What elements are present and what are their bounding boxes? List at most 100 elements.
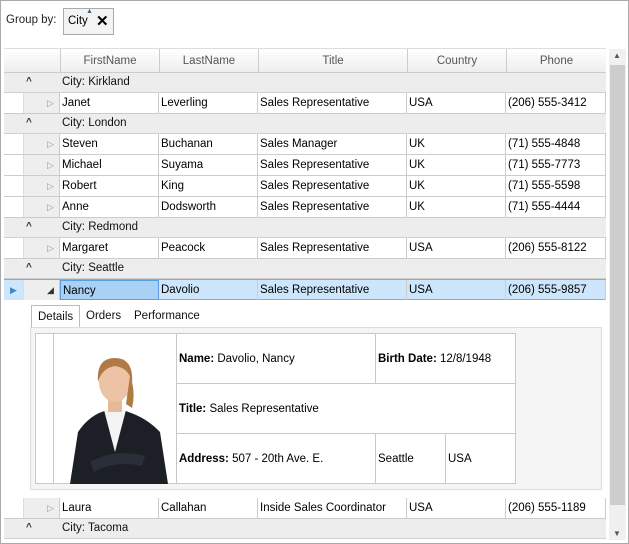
collapse-group-icon[interactable]: ^ [26, 522, 32, 533]
cell-country[interactable]: UK [407, 134, 506, 154]
cell-phone[interactable]: (71) 555-4848 [506, 134, 606, 154]
group-indent [24, 134, 42, 154]
group-indent [24, 176, 42, 196]
cell-phone[interactable]: (206) 555-8122 [506, 238, 606, 258]
table-row[interactable]: ▷ Margaret Peacock Sales Representative USA(… [4, 238, 606, 259]
cell-phone[interactable]: (71) 555-7773 [506, 155, 606, 175]
close-icon[interactable]: ✕ [96, 12, 109, 30]
cell-country[interactable]: UK [407, 197, 506, 217]
cell-country[interactable]: UK [407, 176, 506, 196]
group-indent [24, 498, 42, 518]
cell-title[interactable]: Sales Manager [258, 134, 407, 154]
cell-lastname[interactable]: Buchanan [159, 134, 258, 154]
cell-firstname[interactable]: Steven [60, 134, 159, 154]
cell-firstname[interactable]: Janet [60, 93, 159, 113]
cell-firstname[interactable]: Nancy [60, 280, 159, 300]
cell-phone[interactable]: (206) 555-1189 [506, 498, 606, 518]
details-birth-date: Birth Date: 12/8/1948 [376, 334, 516, 384]
cell-country[interactable]: UK [407, 155, 506, 175]
details-panel: Name: Davolio, Nancy Birth Date: 12/8/19… [30, 327, 602, 490]
cell-title[interactable]: Sales Representative [258, 280, 407, 300]
collapse-row-icon[interactable]: ◢ [42, 280, 60, 300]
group-row: ^ City: Kirkland [4, 73, 606, 93]
cell-country[interactable]: USA [407, 93, 506, 113]
cell-lastname[interactable]: Davolio [159, 280, 258, 300]
cell-lastname[interactable]: Dodsworth [159, 197, 258, 217]
expand-row-icon[interactable]: ▷ [42, 134, 60, 154]
cell-firstname[interactable]: Laura [60, 498, 159, 518]
cell-phone[interactable]: (206) 555-9857 [506, 280, 606, 300]
cell-country[interactable]: USA [407, 498, 506, 518]
details-table: Name: Davolio, Nancy Birth Date: 12/8/19… [35, 333, 516, 484]
employee-photo [54, 334, 177, 484]
cell-lastname[interactable]: Callahan [159, 498, 258, 518]
cell-title[interactable]: Sales Representative [258, 197, 407, 217]
column-header-country[interactable]: Country [407, 49, 506, 73]
group-label: City: Seattle [62, 262, 124, 274]
scroll-up-icon[interactable]: ▲ [613, 51, 621, 60]
table-row[interactable]: ▷ Steven Buchanan Sales Manager UK (71) 555-4… [4, 134, 606, 155]
group-label: City: Tacoma [62, 522, 129, 534]
cell-lastname[interactable]: King [159, 176, 258, 196]
cell-country[interactable]: USA [407, 238, 506, 258]
column-header-lastname[interactable]: LastName [159, 49, 258, 73]
address-label: Address: [179, 453, 229, 465]
cell-firstname[interactable]: Michael [60, 155, 159, 175]
cell-country[interactable]: USA [407, 280, 506, 300]
tab-details[interactable]: Details [31, 305, 81, 328]
expand-row-icon[interactable]: ▷ [42, 93, 60, 113]
table-row[interactable]: ▷ Anne Dodsworth Sales Representative UK (71)… [4, 197, 606, 218]
cell-title[interactable]: Sales Representative [258, 238, 407, 258]
details-city: Seattle [376, 434, 446, 484]
collapse-group-icon[interactable]: ^ [26, 117, 32, 128]
collapse-group-icon[interactable]: ^ [26, 221, 32, 232]
group-indent [24, 238, 42, 258]
table-row[interactable]: ▷ Laura Callahan Inside Sales Coordinator US… [4, 498, 606, 519]
row-indicator [4, 155, 24, 175]
expand-row-icon[interactable]: ▷ [42, 498, 60, 518]
expand-row-icon[interactable]: ▷ [42, 176, 60, 196]
cell-title[interactable]: Sales Representative [258, 93, 407, 113]
scroll-down-icon[interactable]: ▼ [613, 529, 621, 538]
expand-row-icon[interactable]: ▷ [42, 238, 60, 258]
group-indent [24, 155, 42, 175]
expand-row-icon[interactable]: ▷ [42, 155, 60, 175]
column-header-phone[interactable]: Phone [506, 49, 606, 73]
group-row: ^ City: Seattle [4, 259, 606, 279]
scrollbar-thumb[interactable] [610, 65, 625, 505]
cell-phone[interactable]: (206) 555-3412 [506, 93, 606, 113]
column-header-row: FirstName LastName Title Country Phone [4, 48, 606, 73]
cell-title[interactable]: Sales Representative [258, 176, 407, 196]
cell-title[interactable]: Sales Representative [258, 155, 407, 175]
expand-row-icon[interactable]: ▷ [42, 197, 60, 217]
group-label: City: Kirkland [62, 76, 130, 88]
cell-title[interactable]: Inside Sales Coordinator [258, 498, 407, 518]
row-indicator [4, 498, 24, 518]
column-header-firstname[interactable]: FirstName [60, 49, 159, 73]
row-indicator [4, 93, 24, 113]
cell-firstname[interactable]: Margaret [60, 238, 159, 258]
table-row[interactable]: ▷ Robert King Sales Representative UK (71) 55… [4, 176, 606, 197]
cell-phone[interactable]: (71) 555-4444 [506, 197, 606, 217]
cell-firstname[interactable]: Robert [60, 176, 159, 196]
tab-performance[interactable]: Performance [128, 305, 206, 328]
group-chip-city[interactable]: ▲ City ✕ [63, 8, 114, 35]
cell-lastname[interactable]: Peacock [159, 238, 258, 258]
birth-date-label: Birth Date: [378, 352, 437, 365]
column-header-title[interactable]: Title [258, 49, 407, 73]
tab-orders[interactable]: Orders [80, 305, 127, 328]
address-value: 507 - 20th Ave. E. [232, 453, 324, 465]
cell-firstname[interactable]: Anne [60, 197, 159, 217]
cell-lastname[interactable]: Leverling [159, 93, 258, 113]
table-row[interactable]: ▷ Janet Leverling Sales Representative USA (2… [4, 93, 606, 114]
cell-lastname[interactable]: Suyama [159, 155, 258, 175]
cell-phone[interactable]: (71) 555-5598 [506, 176, 606, 196]
table-row[interactable]: ▶ ◢ Nancy Davolio Sales Representative USA (20… [4, 279, 606, 300]
row-indicator [4, 134, 24, 154]
vertical-scrollbar[interactable]: ▲ ▼ [609, 49, 626, 540]
collapse-group-icon[interactable]: ^ [26, 76, 32, 87]
collapse-group-icon[interactable]: ^ [26, 262, 32, 273]
table-row[interactable]: ▷ Michael Suyama Sales Representative UK (71)… [4, 155, 606, 176]
group-by-label: Group by: [6, 14, 57, 26]
group-label: City: London [62, 117, 127, 129]
